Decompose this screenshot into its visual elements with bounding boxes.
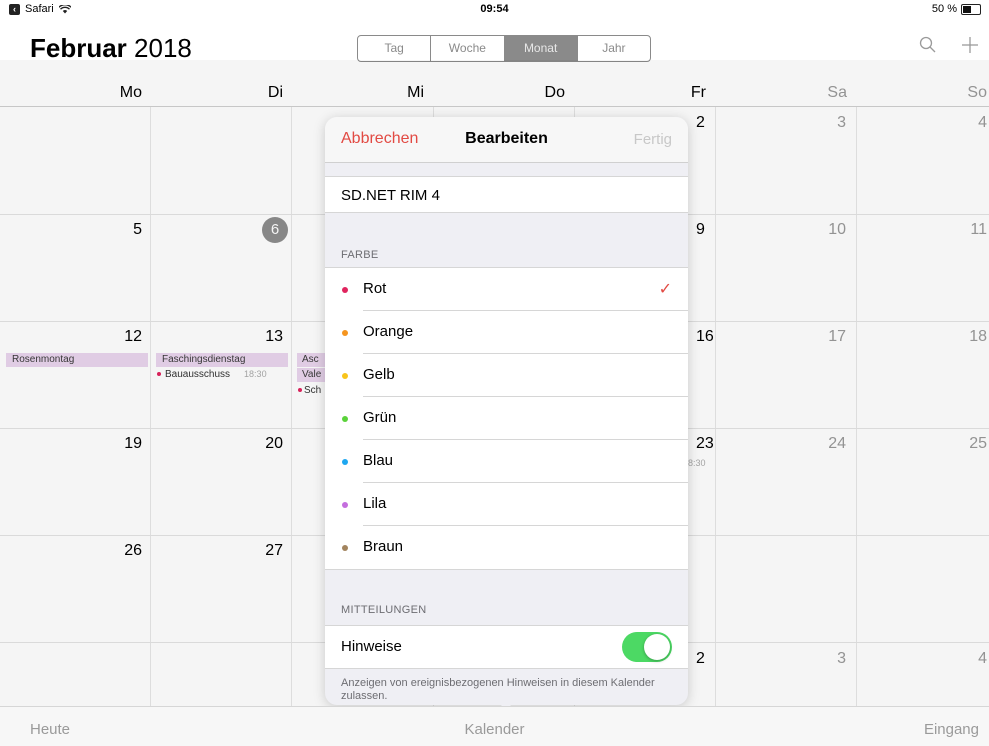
month-name: Februar <box>30 33 127 63</box>
color-section-header: FARBE <box>341 249 379 261</box>
day-sa-17[interactable]: 17 <box>716 328 846 346</box>
event-vale[interactable]: Vale <box>297 368 327 382</box>
color-dot-icon <box>342 502 348 508</box>
color-option-gruen[interactable]: Grün <box>325 397 688 440</box>
color-label: Grün <box>363 409 397 426</box>
search-icon[interactable] <box>919 36 937 54</box>
month-title: Februar 2018 <box>30 33 192 64</box>
day-di-27[interactable]: 27 <box>153 542 283 560</box>
color-label: Braun <box>363 538 404 555</box>
day-sa-10[interactable]: 10 <box>716 221 846 239</box>
color-dot-icon <box>342 545 348 551</box>
battery-percent: 50 % <box>931 3 957 15</box>
color-option-lila[interactable]: Lila <box>325 483 688 526</box>
day-so-25[interactable]: 25 <box>857 435 987 453</box>
color-option-gelb[interactable]: Gelb <box>325 354 688 397</box>
event-sch-title: Sch <box>304 385 322 396</box>
color-dot-icon <box>342 330 348 336</box>
color-label: Lila <box>363 495 387 512</box>
weekday-so: So <box>967 84 987 101</box>
day-di-13[interactable]: 13 <box>153 328 283 346</box>
tab-week[interactable]: Woche <box>431 36 505 61</box>
done-button[interactable]: Fertig <box>634 131 672 148</box>
weekday-mo: Mo <box>119 84 142 101</box>
day-mo-12[interactable]: 12 <box>12 328 142 346</box>
battery-icon <box>961 3 981 15</box>
color-label: Rot <box>363 280 387 297</box>
day-mo-19[interactable]: 19 <box>12 435 142 453</box>
day-sa-3[interactable]: 3 <box>716 114 846 132</box>
add-icon[interactable] <box>961 36 979 54</box>
edit-calendar-popover: Abbrechen Bearbeiten Fertig SD.NET RIM 4… <box>325 117 688 705</box>
tab-year[interactable]: Jahr <box>578 36 650 61</box>
day-sa-24[interactable]: 24 <box>716 435 846 453</box>
color-option-braun[interactable]: Braun <box>325 526 688 569</box>
calendar-name-field[interactable]: SD.NET RIM 4 <box>325 176 688 213</box>
notifications-label: Hinweise <box>341 638 402 655</box>
inbox-button[interactable]: Eingang <box>924 721 979 738</box>
status-bar: ‹ Safari 09:54 50 % <box>0 0 989 20</box>
weekday-di: Di <box>267 84 283 101</box>
event-bauausschuss-title: Bauausschuss <box>165 369 231 380</box>
view-segmented-control: Tag Woche Monat Jahr <box>357 35 651 62</box>
today-marker[interactable]: 6 <box>262 217 288 243</box>
color-option-rot[interactable]: Rot ✓ <box>325 268 688 311</box>
color-list: Rot ✓ Orange Gelb Grün Blau Lila Braun <box>325 267 688 570</box>
day-mo-5[interactable]: 5 <box>12 221 142 239</box>
color-option-orange[interactable]: Orange <box>325 311 688 354</box>
color-label: Orange <box>363 323 414 340</box>
calendars-button[interactable]: Kalender <box>0 721 989 738</box>
day-so-11[interactable]: 11 <box>857 221 987 239</box>
clock: 09:54 <box>480 3 509 15</box>
color-label: Blau <box>363 452 394 469</box>
event-sch[interactable]: Sch <box>298 385 321 396</box>
color-dot-icon <box>342 373 348 379</box>
weekday-fr: Fr <box>690 84 706 101</box>
event-rosenmontag[interactable]: Rosenmontag <box>6 353 148 367</box>
day-so-18[interactable]: 18 <box>857 328 987 346</box>
day-so-4-next[interactable]: 4 <box>857 650 987 668</box>
event-asc[interactable]: Asc <box>297 353 327 367</box>
tab-day[interactable]: Tag <box>358 36 432 61</box>
weekday-do: Do <box>544 84 565 101</box>
calendar-name-value: SD.NET RIM 4 <box>341 187 440 204</box>
color-dot-icon <box>342 416 348 422</box>
popover-nav-bar: Abbrechen Bearbeiten Fertig <box>325 117 688 163</box>
color-dot-icon <box>342 459 348 465</box>
notifications-row: Hinweise <box>325 625 688 669</box>
day-so-4[interactable]: 4 <box>857 114 987 132</box>
notifications-toggle[interactable] <box>622 632 672 662</box>
bottom-toolbar: Heute Kalender Eingang <box>0 706 989 746</box>
event-fr23-time[interactable]: 8:30 <box>688 458 706 468</box>
year-label: 2018 <box>126 33 192 63</box>
color-option-blau[interactable]: Blau <box>325 440 688 483</box>
event-faschingsdienstag[interactable]: Faschingsdienstag <box>156 353 288 367</box>
event-bauausschuss[interactable]: Bauausschuss 18:30 <box>157 369 267 380</box>
tab-month[interactable]: Monat <box>504 36 578 61</box>
day-mo-26[interactable]: 26 <box>12 542 142 560</box>
day-sa-3-next[interactable]: 3 <box>716 650 846 668</box>
checkmark-icon: ✓ <box>658 281 672 298</box>
color-dot-icon <box>342 287 348 293</box>
event-bauausschuss-time: 18:30 <box>244 369 267 379</box>
day-di-20[interactable]: 20 <box>153 435 283 453</box>
weekday-mi: Mi <box>407 84 424 101</box>
notifications-section-header: MITTEILUNGEN <box>341 604 427 616</box>
color-label: Gelb <box>363 366 395 383</box>
weekday-sa: Sa <box>827 84 847 101</box>
